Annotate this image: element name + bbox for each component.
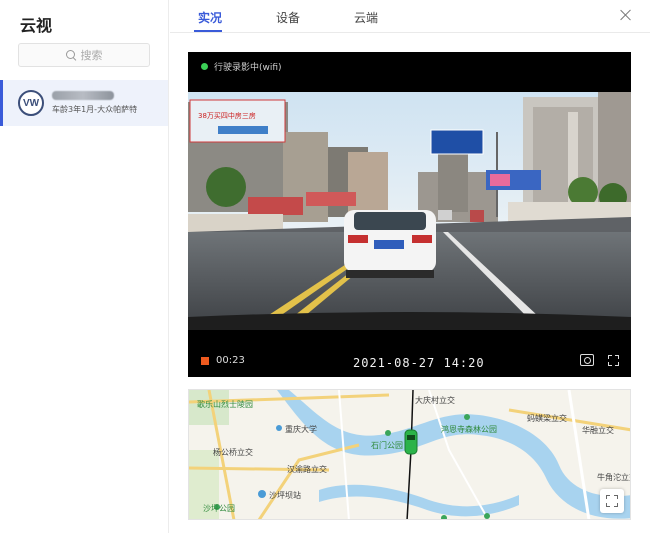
- map-label: 重庆大学: [285, 425, 317, 434]
- map-label: 杨公桥立交: [213, 448, 253, 457]
- vehicle-name-blurred: [52, 91, 114, 100]
- app-title: 云视: [20, 16, 53, 35]
- map-label: 歌乐山烈士陵园: [197, 400, 253, 409]
- expand-icon: [606, 495, 618, 507]
- vehicle-list-item[interactable]: VW 车龄3年1月-大众帕萨特: [0, 80, 168, 126]
- map-label: 汉渝路立交: [287, 465, 327, 474]
- status-dot-icon: [201, 63, 208, 70]
- billboard-text: 38万买四中房三房: [198, 111, 256, 120]
- map-label: 牛角沱立交: [597, 473, 630, 482]
- dashcam-frame: 38万买四中房三房: [188, 92, 631, 330]
- tab-device[interactable]: 设备: [276, 9, 300, 26]
- video-timestamp: 2021-08-27 14:20: [353, 356, 485, 370]
- tab-bar: 实况 设备 云端: [170, 0, 650, 33]
- tab-active-indicator: [194, 30, 222, 32]
- map-label: 华融立交: [582, 426, 614, 435]
- map-canvas: [189, 390, 630, 519]
- app-window: 云视 搜索 VW 车龄3年1月-大众帕萨特 实况 设备 云端 行驶录影中(wif…: [0, 0, 650, 533]
- vw-logo-icon: VW: [18, 90, 44, 116]
- sidebar: 云视 搜索 VW 车龄3年1月-大众帕萨特: [0, 0, 169, 533]
- fullscreen-icon[interactable]: [608, 355, 619, 366]
- map-label: 鸿恩寺森林公园: [441, 425, 497, 434]
- map-label: 大庆村立交: [415, 396, 455, 405]
- tab-cloud[interactable]: 云端: [354, 9, 378, 26]
- recording-status-text: 行驶录影中(wifi): [214, 63, 282, 73]
- recording-indicator: 00:23: [201, 355, 245, 366]
- map-label: 石门公园: [371, 441, 403, 450]
- vehicle-text: 车龄3年1月-大众帕萨特: [52, 91, 137, 115]
- live-video-player[interactable]: 行驶录影中(wifi) 38万买四中房三房 00:23 2021-08-27 1…: [188, 52, 631, 377]
- vehicle-description: 车龄3年1月-大众帕萨特: [52, 105, 138, 114]
- snapshot-camera-icon[interactable]: [580, 354, 594, 366]
- map-label: 蚂蟥梁立交: [527, 414, 567, 423]
- recording-time: 00:23: [216, 355, 245, 366]
- map-fullscreen-button[interactable]: [600, 489, 624, 513]
- search-input[interactable]: 搜索: [18, 43, 150, 67]
- recording-square-icon: [201, 356, 209, 365]
- map-label: 沙坪坝站: [269, 491, 301, 500]
- search-icon: [65, 49, 77, 61]
- map-label: 沙坪公园: [203, 504, 235, 513]
- location-map[interactable]: 歌乐山烈士陵园 重庆大学 石门公园 鸿恩寺森林公园 大庆村立交 蚂蟥梁立交 华融…: [188, 389, 631, 520]
- search-placeholder: 搜索: [80, 49, 103, 62]
- recording-status: 行驶录影中(wifi): [201, 60, 282, 73]
- close-icon[interactable]: [620, 9, 632, 21]
- tab-live[interactable]: 实况: [198, 9, 222, 26]
